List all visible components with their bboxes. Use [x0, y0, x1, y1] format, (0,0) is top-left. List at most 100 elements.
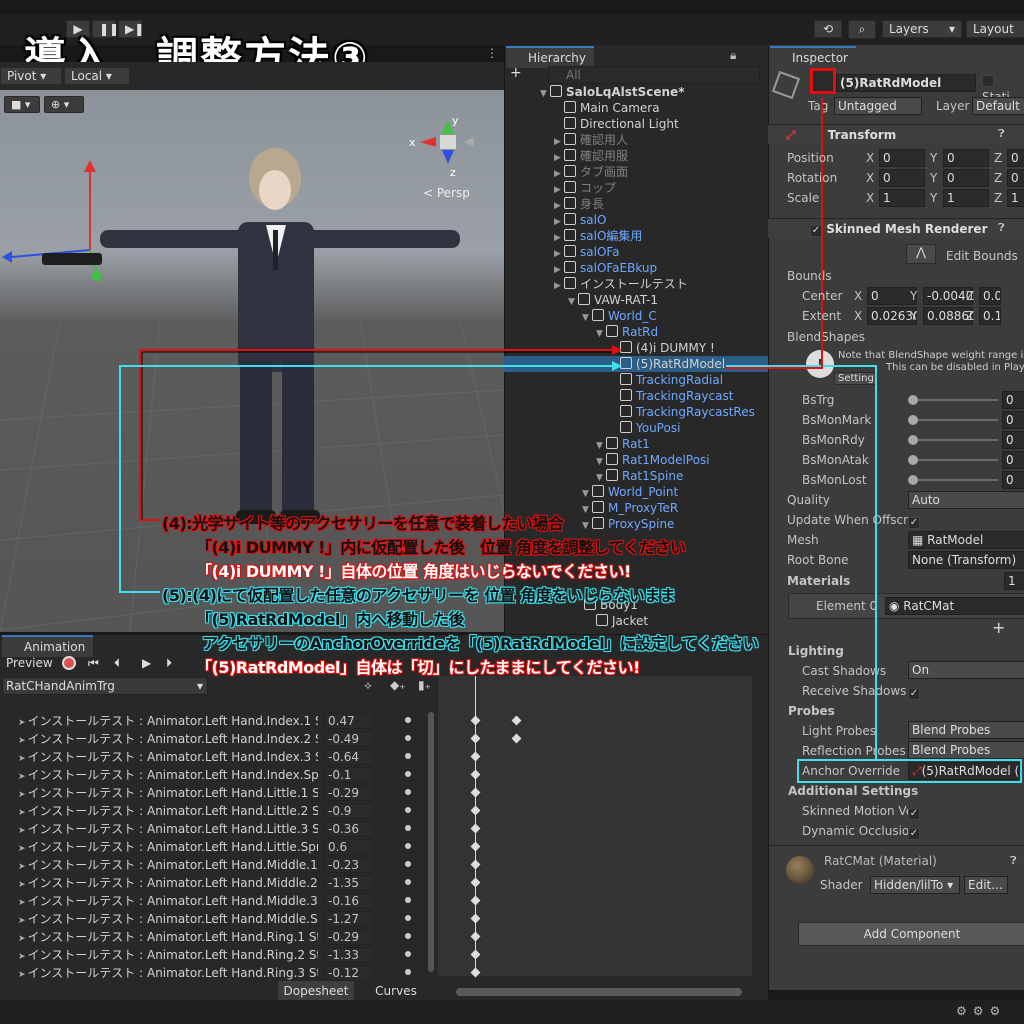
- hierarchy-row[interactable]: ▶ salO: [554, 212, 606, 228]
- blendshape-slider-track[interactable]: [912, 479, 998, 481]
- light-probes-dropdown[interactable]: Blend Probes: [908, 721, 1024, 739]
- hierarchy-add-button[interactable]: +: [510, 65, 522, 81]
- anim-value-field[interactable]: -1.33: [324, 947, 374, 963]
- hierarchy-row[interactable]: TrackingRaycastRes: [610, 404, 755, 420]
- add-component-button[interactable]: Add Component: [798, 922, 1024, 946]
- hierarchy-row[interactable]: Directional Light: [554, 116, 679, 132]
- keyframe-dot-icon[interactable]: [405, 951, 411, 957]
- blendshape-slider-track[interactable]: [912, 439, 998, 441]
- mesh-field[interactable]: ▦ RatModel: [908, 531, 1024, 549]
- keyframe-dot-icon[interactable]: [405, 969, 411, 975]
- anim-value-field[interactable]: 0.6: [324, 839, 374, 855]
- anim-play-button[interactable]: ▶: [142, 656, 151, 670]
- skinned-motion-checkbox[interactable]: ✓: [908, 805, 920, 820]
- layers-dropdown[interactable]: Layers ▾: [882, 20, 962, 38]
- keyframe-dot-icon[interactable]: [405, 789, 411, 795]
- hierarchy-search-input[interactable]: All: [548, 66, 760, 84]
- anim-property-row[interactable]: ➤ インストールテスト : Animator.Left Hand.Middle.2…: [18, 874, 318, 892]
- expand-arrow-icon[interactable]: ▼: [596, 326, 606, 342]
- quality-dropdown[interactable]: Auto: [908, 491, 1024, 509]
- bounds-center-z-field[interactable]: 0.0: [979, 287, 1001, 305]
- material-help-icon[interactable]: ❓︎: [1010, 854, 1017, 868]
- add-element-button[interactable]: +: [992, 618, 1005, 637]
- hierarchy-row[interactable]: ▼ World_Point: [582, 484, 678, 500]
- anim-property-row[interactable]: ➤ インストールテスト : Animator.Left Hand.Ring.2 S…: [18, 946, 318, 964]
- settings-button[interactable]: Setting: [834, 372, 878, 385]
- timeline-hscroll[interactable]: [456, 988, 742, 996]
- anim-property-row[interactable]: ➤ インストールテスト : Animator.Left Hand.Index.2 …: [18, 730, 318, 748]
- expand-arrow-icon[interactable]: ▼: [568, 294, 578, 310]
- element0-field[interactable]: ◉ RatCMat: [885, 597, 1024, 615]
- hierarchy-row[interactable]: ▶ salOFa: [554, 244, 620, 260]
- anim-property-row[interactable]: ➤ インストールテスト : Animator.Left Hand.Ring.3 S…: [18, 964, 318, 982]
- hierarchy-row[interactable]: ▼ SaloLqAlstScene*: [540, 84, 684, 100]
- shader-edit-button[interactable]: Edit...: [964, 876, 1008, 894]
- diamond-filter-icon[interactable]: ⟡: [364, 678, 372, 693]
- materials-count[interactable]: 1: [1004, 572, 1024, 590]
- transform-pos-y-field[interactable]: 0: [943, 149, 989, 167]
- record-button[interactable]: [62, 656, 76, 670]
- anim-property-row[interactable]: ➤ インストールテスト : Animator.Left Hand.Little.3…: [18, 820, 318, 838]
- gizmo-dropdown[interactable]: ⊕ ▾: [44, 96, 84, 113]
- anim-property-row[interactable]: ➤ インストールテスト : Animator.Left Hand.Index.1 …: [18, 712, 318, 730]
- blendshape-slider-knob[interactable]: [908, 415, 918, 425]
- anim-value-field[interactable]: -0.29: [324, 929, 374, 945]
- add-key-icon[interactable]: ◆₊: [390, 678, 406, 692]
- additional-settings-label[interactable]: Additional Settings: [788, 781, 918, 801]
- camera-dropdown[interactable]: ■ ▾: [4, 96, 40, 113]
- transform-scale-x-field[interactable]: 1: [879, 189, 925, 207]
- blendshape-value-field[interactable]: 0: [1002, 431, 1024, 449]
- smr-help-icon[interactable]: ❓︎: [998, 221, 1005, 235]
- anim-property-row[interactable]: ➤ インストールテスト : Animator.Left Hand.Ring.1 S…: [18, 928, 318, 946]
- anim-property-row[interactable]: ➤ インストールテスト : Animator.Left Hand.Index.Sp…: [18, 766, 318, 784]
- timeline-area[interactable]: [438, 676, 752, 976]
- blendshape-value-field[interactable]: 0: [1002, 411, 1024, 429]
- scene-more-icon[interactable]: ⋮: [486, 46, 498, 60]
- transform-scale-z-field[interactable]: 1: [1007, 189, 1024, 207]
- hierarchy-row[interactable]: ▼ M_ProxyTeR: [582, 500, 678, 516]
- clip-dropdown[interactable]: RatCHandAnimTrg ▾: [2, 677, 208, 695]
- anim-value-field[interactable]: -0.1: [324, 767, 374, 783]
- blendshape-value-field[interactable]: 0: [1002, 391, 1024, 409]
- blendshape-value-field[interactable]: 0: [1002, 451, 1024, 469]
- transform-header[interactable]: ⤢ Transform: [768, 124, 1024, 144]
- lighting-label[interactable]: Lighting: [788, 641, 844, 661]
- blendshape-slider-track[interactable]: [912, 399, 998, 401]
- inspector-tab[interactable]: Inspector: [770, 46, 856, 68]
- anim-value-field[interactable]: -1.35: [324, 875, 374, 891]
- hierarchy-row[interactable]: ▼ VAW-RAT-1: [568, 292, 658, 308]
- pivot-dropdown[interactable]: Pivot ▾: [0, 67, 62, 85]
- keyframe-dot-icon[interactable]: [405, 915, 411, 921]
- search-icon[interactable]: ⌕: [848, 20, 876, 39]
- anim-value-field[interactable]: -0.49: [324, 731, 374, 747]
- first-key-button[interactable]: ⏮: [88, 656, 99, 671]
- anim-property-row[interactable]: ➤ インストールテスト : Animator.Left Hand.Middle.S…: [18, 910, 318, 928]
- dynamic-occlusion-checkbox[interactable]: ✓: [908, 825, 920, 840]
- keyframe-dot-icon[interactable]: [405, 861, 411, 867]
- anchor-override-field[interactable]: ⤢(5)RatRdModel (T: [908, 762, 1020, 780]
- transform-rot-z-field[interactable]: 0: [1007, 169, 1024, 187]
- hierarchy-row[interactable]: (5)RatRdModel: [504, 356, 768, 372]
- add-event-icon[interactable]: ▮₊: [418, 678, 431, 692]
- blendshape-slider-knob[interactable]: [908, 395, 918, 405]
- transform-pos-x-field[interactable]: 0: [879, 149, 925, 167]
- anim-property-row[interactable]: ➤ インストールテスト : Animator.Left Hand.Little.2…: [18, 802, 318, 820]
- hierarchy-row[interactable]: ▶ インストールテスト: [554, 276, 688, 292]
- layout-dropdown[interactable]: Layout: [966, 20, 1024, 38]
- blendshape-slider-track[interactable]: [912, 459, 998, 461]
- smr-header[interactable]: ✓ Skinned Mesh Renderer: [768, 218, 1024, 238]
- hierarchy-row[interactable]: TrackingRadial: [610, 372, 723, 388]
- blendshape-slider-knob[interactable]: [908, 455, 918, 465]
- keyframe-dot-icon[interactable]: [405, 807, 411, 813]
- hierarchy-row[interactable]: ▼ World_C: [582, 308, 657, 324]
- shader-dropdown[interactable]: Hidden/lilTo ▾: [870, 876, 960, 894]
- persp-label[interactable]: < Persp: [423, 186, 470, 200]
- hierarchy-row[interactable]: ▼ RatRd: [596, 324, 658, 340]
- transform-pos-z-field[interactable]: 0: [1007, 149, 1024, 167]
- hierarchy-row[interactable]: ▼ Rat1Spine: [596, 468, 683, 484]
- tag-dropdown[interactable]: Untagged: [834, 97, 922, 115]
- hierarchy-row-jacket[interactable]: Jacket: [596, 613, 648, 629]
- anim-value-field[interactable]: -0.9: [324, 803, 374, 819]
- cast-shadows-dropdown[interactable]: On: [908, 661, 1024, 679]
- next-key-button[interactable]: ⏵: [166, 656, 172, 671]
